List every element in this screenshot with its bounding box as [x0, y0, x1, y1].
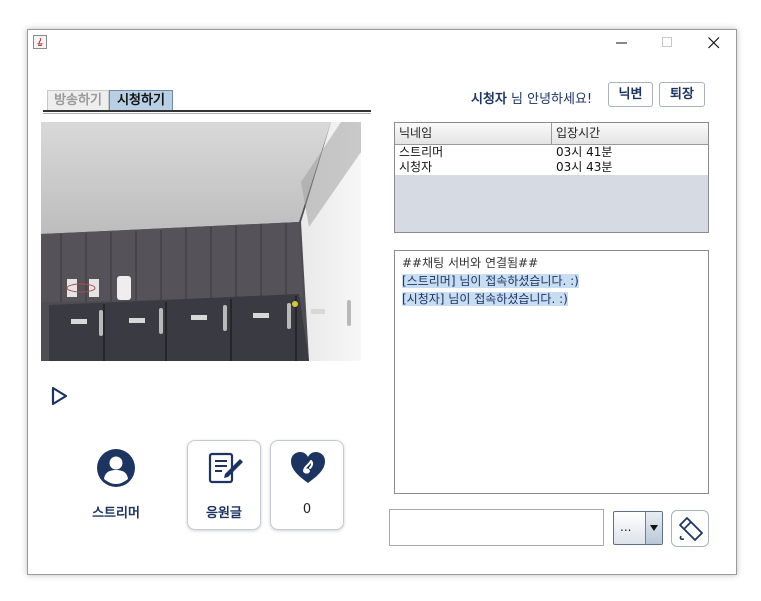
table-row[interactable]: 시청자 03시 43분 — [395, 160, 708, 175]
exit-button[interactable]: 퇴장 — [659, 82, 705, 107]
chat-message-text: [시청자] 님이 접속하셨습니다. :) — [402, 292, 568, 306]
java-app-icon — [33, 35, 47, 49]
chat-message-text: ##채팅 서버와 연결됨## — [402, 256, 539, 270]
tab-divider-shadow — [43, 113, 371, 114]
streamer-label: 스트리머 — [92, 506, 140, 521]
dropdown-arrow[interactable] — [645, 512, 662, 544]
column-header-entry-time[interactable]: 입장시간 — [552, 123, 708, 144]
like-count: 0 — [302, 502, 312, 517]
user-table: 닉네임 입장시간 스트리머 03시 41분 시청자 03시 43분 — [394, 122, 709, 233]
close-button[interactable] — [690, 30, 736, 56]
play-button[interactable] — [50, 385, 70, 407]
chat-log[interactable]: ##채팅 서버와 연결됨## [스트리머] 님이 접속하셨습니다. :) [시청… — [394, 250, 709, 494]
cell-nickname: 시청자 — [399, 160, 433, 174]
greeting-user-name: 시청자 — [471, 92, 507, 107]
user-table-header: 닉네임 입장시간 — [395, 123, 708, 145]
write-note-icon — [208, 452, 243, 484]
tab-broadcast[interactable]: 방송하기 — [47, 90, 109, 110]
chat-message: [시청자] 님이 접속하셨습니다. :) — [402, 290, 701, 308]
video-frame-image — [41, 122, 361, 361]
message-input[interactable] — [389, 509, 604, 546]
close-icon — [708, 37, 720, 49]
like-button[interactable]: 0 — [270, 440, 344, 530]
maximize-button[interactable] — [644, 30, 690, 56]
play-icon — [51, 386, 68, 406]
emoji-select-value: ... — [620, 520, 632, 534]
chat-message: ##채팅 서버와 연결됨## — [402, 254, 701, 272]
user-avatar-icon — [97, 449, 135, 487]
cell-nickname: 스트리머 — [399, 145, 444, 159]
streamer-profile[interactable] — [96, 448, 136, 488]
minimize-icon — [616, 42, 627, 44]
greeting-text: 님 안녕하세요! — [511, 92, 593, 107]
cheer-button[interactable]: 응원글 — [187, 440, 261, 530]
cheer-label: 응원글 — [206, 506, 242, 521]
minimize-button[interactable] — [598, 30, 644, 56]
send-button[interactable] — [671, 510, 709, 547]
greeting: 시청자 님 안녕하세요! — [471, 88, 592, 107]
tab-divider — [43, 110, 371, 112]
tab-watch[interactable]: 시청하기 — [109, 90, 173, 110]
app-window: 방송하기 시청하기 스트리머 응원글 0 시청자 님 안녕하세요! 닉변 퇴장 … — [27, 29, 737, 575]
chat-message-text: [스트리머] 님이 접속하셨습니다. :) — [402, 274, 579, 288]
caret-down-icon — [650, 525, 658, 531]
maximize-icon — [662, 37, 672, 47]
send-ticket-icon — [679, 517, 703, 541]
cell-entry-time: 03시 41분 — [556, 145, 613, 159]
title-bar — [28, 30, 736, 56]
table-row[interactable]: 스트리머 03시 41분 — [395, 145, 708, 160]
emoji-select[interactable]: ... — [613, 511, 663, 545]
column-header-nickname[interactable]: 닉네임 — [395, 123, 552, 144]
change-nickname-button[interactable]: 닉변 — [608, 82, 653, 107]
video-stream — [41, 122, 361, 361]
heart-like-icon — [291, 452, 325, 483]
cell-entry-time: 03시 43분 — [556, 160, 613, 174]
user-table-body: 스트리머 03시 41분 시청자 03시 43분 — [395, 145, 708, 175]
chat-message: [스트리머] 님이 접속하셨습니다. :) — [402, 272, 701, 290]
